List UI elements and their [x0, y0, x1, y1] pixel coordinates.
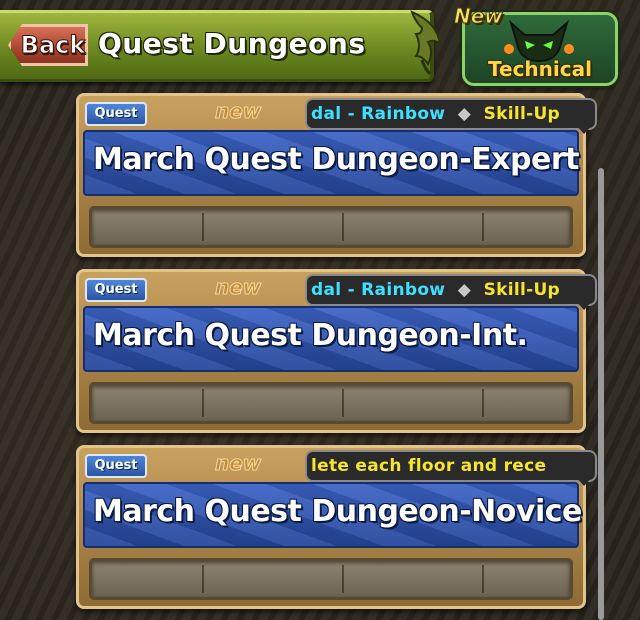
- ticker-text: dal - Rainbow ◆ Skill-Up: [311, 104, 560, 124]
- floor-progress-bar: [89, 382, 573, 424]
- floor-progress-bar: [89, 206, 573, 248]
- dungeon-name: March Quest Dungeon-Expert: [93, 142, 579, 177]
- dungeon-list: Quest new dal - Rainbow ◆ Skill-Up March…: [0, 90, 640, 620]
- header: Back Quest Dungeons Technical New: [0, 0, 640, 88]
- diamond-icon: ◆: [451, 280, 478, 300]
- quest-tag: Quest: [85, 278, 147, 302]
- floor-progress-bar: [89, 558, 573, 600]
- progress-divider: [482, 213, 484, 241]
- new-tag: new: [214, 451, 262, 476]
- progress-divider: [202, 389, 204, 417]
- info-ticker: lete each floor and rece: [305, 450, 597, 482]
- dungeon-card-novice[interactable]: Quest new lete each floor and rece March…: [76, 445, 597, 609]
- info-ticker: dal - Rainbow ◆ Skill-Up: [305, 274, 597, 306]
- dungeon-name-panel: March Quest Dungeon-Expert: [83, 130, 579, 196]
- ticker-segment: dal - Rainbow: [311, 280, 446, 300]
- ticker-segment: Skill-Up: [483, 280, 561, 300]
- dungeon-card-intermediate[interactable]: Quest new dal - Rainbow ◆ Skill-Up March…: [76, 269, 597, 433]
- back-button[interactable]: Back: [8, 24, 88, 66]
- back-button-label: Back: [20, 31, 86, 60]
- info-ticker: dal - Rainbow ◆ Skill-Up: [305, 98, 597, 130]
- progress-divider: [342, 213, 344, 241]
- dragon-wing-icon: [410, 10, 442, 76]
- scrollbar[interactable]: [598, 168, 604, 620]
- ticker-text: dal - Rainbow ◆ Skill-Up: [311, 280, 560, 300]
- progress-divider: [482, 565, 484, 593]
- dungeon-name: March Quest Dungeon-Novice: [93, 494, 582, 529]
- ticker-segment: lete each floor and rece: [311, 456, 547, 476]
- ticker-segment: dal - Rainbow: [311, 104, 446, 124]
- dungeon-name-panel: March Quest Dungeon-Novice: [83, 482, 582, 548]
- progress-divider: [342, 565, 344, 593]
- new-tag: new: [214, 99, 262, 124]
- new-tag: new: [214, 275, 262, 300]
- progress-divider: [342, 389, 344, 417]
- dungeon-name: March Quest Dungeon-Int.: [93, 318, 528, 353]
- technical-label: Technical: [488, 57, 592, 81]
- new-badge: New: [454, 4, 504, 29]
- quest-tag: Quest: [85, 102, 147, 126]
- diamond-icon: ◆: [451, 104, 478, 124]
- ticker-text: lete each floor and rece: [311, 456, 546, 476]
- quest-tag: Quest: [85, 454, 147, 478]
- ticker-segment: Skill-Up: [483, 104, 561, 124]
- progress-divider: [202, 565, 204, 593]
- progress-divider: [202, 213, 204, 241]
- page-title: Quest Dungeons: [98, 27, 366, 60]
- progress-divider: [482, 389, 484, 417]
- dungeon-name-panel: March Quest Dungeon-Int.: [83, 306, 579, 372]
- dungeon-card-expert[interactable]: Quest new dal - Rainbow ◆ Skill-Up March…: [76, 93, 597, 257]
